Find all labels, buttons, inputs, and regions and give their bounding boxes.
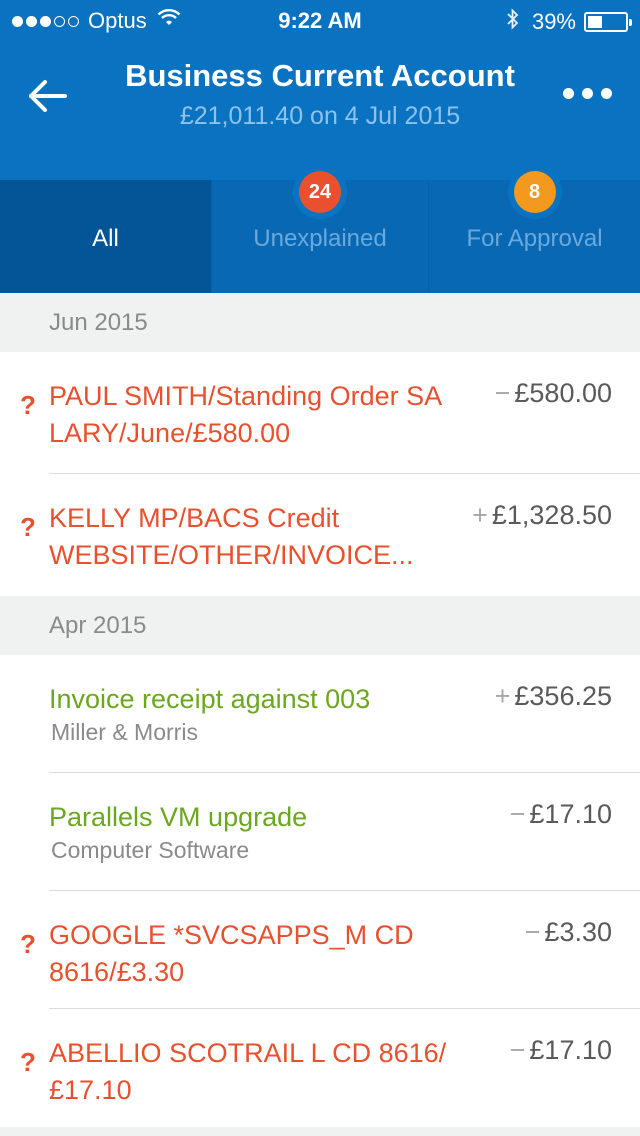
back-button[interactable] xyxy=(28,78,68,114)
tab-for-approval-label: For Approval xyxy=(466,225,603,252)
transaction-description: ABELLIO SCOTRAIL L CD 8616/£17.10 xyxy=(49,1038,447,1105)
transaction-row[interactable]: ? GOOGLE *SVCSAPPS_M CD 8616/£3.30 − £3.3… xyxy=(0,891,640,1009)
tab-unexplained-label: Unexplained xyxy=(253,225,387,252)
amount-value: £17.10 xyxy=(529,1035,612,1065)
tab-for-approval[interactable]: 8 For Approval xyxy=(429,165,640,293)
unexplained-question-icon: ? xyxy=(20,512,36,542)
battery-percent: 39% xyxy=(531,9,576,34)
transaction-row[interactable]: Parallels VM upgrade Computer Software −… xyxy=(0,773,640,891)
approval-count-badge: 8 xyxy=(507,165,562,219)
transaction-category: Miller & Morris xyxy=(51,719,198,745)
more-horizontal-icon xyxy=(563,88,574,99)
month-header: Apr 2015 xyxy=(0,596,640,655)
page-title: Business Current Account xyxy=(125,58,515,93)
transaction-description: Invoice receipt against 003 xyxy=(49,684,371,714)
tab-unexplained[interactable]: 24 Unexplained xyxy=(212,165,429,293)
list-footer xyxy=(0,1127,640,1136)
filter-tabs: All 24 Unexplained 8 For Approval xyxy=(0,165,640,293)
amount-value: £1,328.50 xyxy=(491,500,612,530)
transaction-description: KELLY MP/BACS Credit WEBSITE/OTHER/INVOI… xyxy=(49,503,414,570)
transaction-amount: − £17.10 xyxy=(510,799,612,830)
amount-sign: − xyxy=(494,378,511,408)
amount-sign: − xyxy=(509,1035,526,1065)
amount-value: £3.30 xyxy=(544,917,612,947)
transaction-amount: − £580.00 xyxy=(495,378,612,409)
app-header: Optus 9:22 AM 39% Business Current Accou… xyxy=(0,0,640,180)
amount-sign: − xyxy=(524,917,541,947)
tab-all-label: All xyxy=(92,225,119,252)
tab-all[interactable]: All xyxy=(0,180,212,293)
amount-value: £17.10 xyxy=(529,799,612,829)
transaction-amount: − £17.10 xyxy=(510,1035,612,1066)
arrow-left-icon xyxy=(29,80,67,112)
unexplained-question-icon: ? xyxy=(20,390,36,420)
amount-sign: − xyxy=(509,799,526,829)
transaction-description: Parallels VM upgrade xyxy=(49,802,308,832)
account-balance: £21,011.40 on 4 Jul 2015 xyxy=(179,102,461,130)
amount-value: £356.25 xyxy=(514,681,612,711)
unexplained-question-icon: ? xyxy=(20,1047,36,1077)
amount-value: £580.00 xyxy=(514,378,612,408)
month-header: Jun 2015 xyxy=(0,293,640,352)
bluetooth-icon xyxy=(506,8,520,36)
transaction-row[interactable]: Invoice receipt against 003 Miller & Mor… xyxy=(0,655,640,773)
transaction-row[interactable]: ? ABELLIO SCOTRAIL L CD 8616/£17.10 − £17… xyxy=(0,1009,640,1127)
approval-count: 8 xyxy=(513,171,556,213)
transaction-description: GOOGLE *SVCSAPPS_M CD 8616/£3.30 xyxy=(49,920,414,987)
transaction-row[interactable]: ? KELLY MP/BACS Credit WEBSITE/OTHER/INV… xyxy=(0,474,640,596)
unexplained-question-icon: ? xyxy=(20,929,36,959)
unexplained-count: 24 xyxy=(299,171,341,213)
status-bar: Optus 9:22 AM 39% xyxy=(0,0,640,40)
transaction-amount: + £1,328.50 xyxy=(472,500,612,531)
more-options-button[interactable] xyxy=(555,88,612,99)
status-right: 39% xyxy=(506,8,632,36)
transaction-list: Jun 2015 ? PAUL SMITH/Standing Order SA … xyxy=(0,293,640,1136)
amount-sign: + xyxy=(494,681,511,711)
unexplained-count-badge: 24 xyxy=(293,165,347,219)
battery-icon xyxy=(584,12,632,32)
transaction-amount: + £356.25 xyxy=(495,681,612,712)
transaction-row[interactable]: ? PAUL SMITH/Standing Order SA LARY/June… xyxy=(0,352,640,474)
transaction-description: PAUL SMITH/Standing Order SA LARY/June/£… xyxy=(49,381,441,448)
transaction-category: Computer Software xyxy=(51,837,250,863)
amount-sign: + xyxy=(472,500,488,530)
transaction-amount: − £3.30 xyxy=(525,917,612,948)
